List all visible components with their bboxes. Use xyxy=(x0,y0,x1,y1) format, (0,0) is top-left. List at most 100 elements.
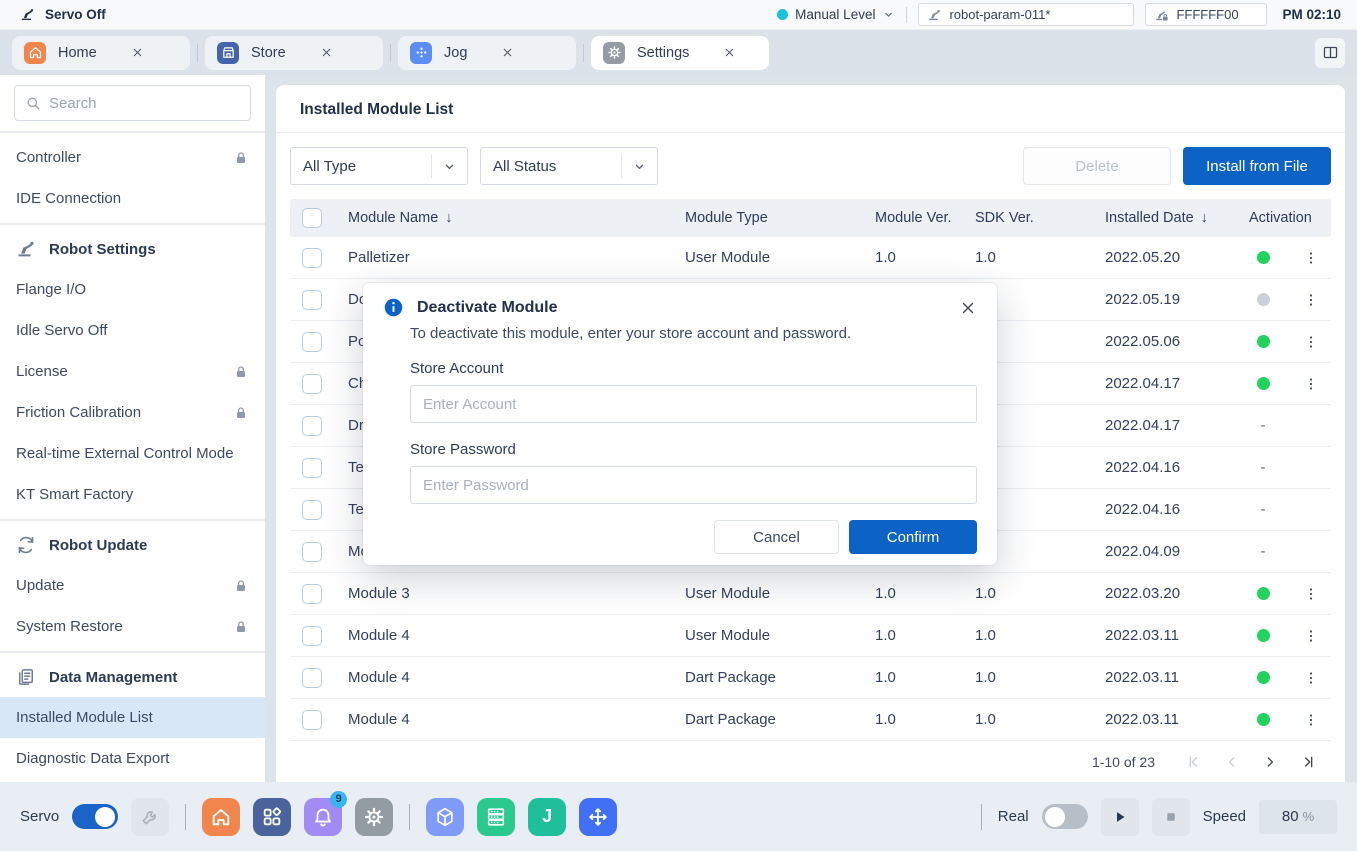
page-next-icon xyxy=(1262,754,1278,770)
cell-installed-date: 2022.03.20 xyxy=(1089,585,1235,602)
robot-param-field[interactable]: robot-param-011* xyxy=(918,3,1134,26)
column-header-module-type: Module Type xyxy=(671,210,861,226)
close-icon[interactable] xyxy=(320,46,333,59)
stop-button[interactable] xyxy=(1152,798,1190,836)
close-icon[interactable] xyxy=(723,46,736,59)
tab-home[interactable]: Home xyxy=(12,36,190,70)
row-menu-button[interactable] xyxy=(1291,669,1331,687)
row-checkbox[interactable] xyxy=(302,248,322,268)
tab-jog[interactable]: Jog xyxy=(398,36,576,70)
sidebar-item-system-restore[interactable]: System Restore xyxy=(0,606,265,647)
sidebar-item-flange-i-o[interactable]: Flange I/O xyxy=(0,269,265,310)
store-account-input[interactable] xyxy=(410,385,977,423)
notifications-button[interactable]: 9 xyxy=(304,798,342,836)
cell-module-name: Module 3 xyxy=(334,585,671,602)
move-button[interactable] xyxy=(579,798,617,836)
close-icon[interactable] xyxy=(501,46,514,59)
row-checkbox[interactable] xyxy=(302,416,322,436)
cell-module-ver: 1.0 xyxy=(861,585,961,602)
refresh-icon xyxy=(16,535,36,555)
tab-store[interactable]: Store xyxy=(205,36,383,70)
workcell-button[interactable] xyxy=(426,798,464,836)
row-checkbox[interactable] xyxy=(302,458,322,478)
sidebar-item-update[interactable]: Update xyxy=(0,565,265,606)
dialog-description: To deactivate this module, enter your st… xyxy=(410,325,977,342)
cell-installed-date: 2022.04.16 xyxy=(1089,459,1235,476)
servo-toggle[interactable] xyxy=(72,804,118,829)
status-filter-select[interactable]: All Status xyxy=(480,147,658,185)
row-checkbox[interactable] xyxy=(302,542,322,562)
sidebar-item-license[interactable]: License xyxy=(0,351,265,392)
row-menu-button[interactable] xyxy=(1291,711,1331,729)
real-mode-toggle[interactable] xyxy=(1042,804,1088,829)
sidebar-item-idle-servo-off[interactable]: Idle Servo Off xyxy=(0,310,265,351)
row-checkbox[interactable] xyxy=(302,500,322,520)
column-header-module-name[interactable]: Module Name↓ xyxy=(334,210,671,226)
row-menu-button[interactable] xyxy=(1291,291,1331,309)
real-toggle-label: Real xyxy=(998,808,1029,825)
row-checkbox[interactable] xyxy=(302,710,322,730)
next-page-button[interactable] xyxy=(1257,749,1283,775)
row-menu-button[interactable] xyxy=(1291,585,1331,603)
sidebar-item-ide-connection[interactable]: IDE Connection xyxy=(0,178,265,219)
split-view-button[interactable] xyxy=(1315,38,1345,68)
sidebar-item-diagnostic-data-export[interactable]: Diagnostic Data Export xyxy=(0,738,265,779)
row-checkbox[interactable] xyxy=(302,668,322,688)
row-checkbox[interactable] xyxy=(302,332,322,352)
column-header-installed-date[interactable]: Installed Date↓ xyxy=(1089,210,1235,226)
cell-installed-date: 2022.04.09 xyxy=(1089,543,1235,560)
robot-code-value: FFFFFF00 xyxy=(1176,7,1238,22)
row-menu-button[interactable] xyxy=(1291,627,1331,645)
play-icon xyxy=(1111,808,1129,826)
cell-module-name: Palletizer xyxy=(334,249,671,266)
close-icon[interactable] xyxy=(959,299,977,317)
confirm-button[interactable]: Confirm xyxy=(849,520,977,554)
sidebar-item-kt-smart-factory[interactable]: KT Smart Factory xyxy=(0,474,265,515)
store-password-input[interactable] xyxy=(410,466,977,504)
sidebar-item-controller[interactable]: Controller xyxy=(0,137,265,178)
row-checkbox[interactable] xyxy=(302,374,322,394)
row-checkbox[interactable] xyxy=(302,584,322,604)
cell-installed-date: 2022.03.11 xyxy=(1089,627,1235,644)
settings-button[interactable] xyxy=(355,798,393,836)
robot-arm-icon xyxy=(18,7,37,22)
search-input[interactable] xyxy=(49,95,240,112)
activation-dot-off xyxy=(1257,293,1270,306)
activation-dot-on xyxy=(1257,629,1270,642)
cell-module-type: User Module xyxy=(671,627,861,644)
type-filter-select[interactable]: All Type xyxy=(290,147,468,185)
cancel-button[interactable]: Cancel xyxy=(714,520,839,554)
sidebar-item-real-time-external-control-mode[interactable]: Real-time External Control Mode xyxy=(0,433,265,474)
speed-value-box[interactable]: 80 % xyxy=(1259,800,1337,834)
tool-settings-button[interactable] xyxy=(131,798,169,836)
row-checkbox[interactable] xyxy=(302,626,322,646)
jog-button[interactable]: J xyxy=(528,798,566,836)
modules-button[interactable] xyxy=(477,798,515,836)
sidebar-item-friction-calibration[interactable]: Friction Calibration xyxy=(0,392,265,433)
chevron-down-icon xyxy=(882,8,895,21)
page-last-icon xyxy=(1300,754,1316,770)
stack-icon xyxy=(485,806,507,828)
row-menu-button[interactable] xyxy=(1291,375,1331,393)
prev-page-button xyxy=(1219,749,1245,775)
install-from-file-button[interactable]: Install from File xyxy=(1183,147,1331,185)
delete-button[interactable]: Delete xyxy=(1023,147,1171,185)
cell-module-name: Module 4 xyxy=(334,669,671,686)
play-button[interactable] xyxy=(1101,798,1139,836)
row-menu-button[interactable] xyxy=(1291,333,1331,351)
home-button[interactable] xyxy=(202,798,240,836)
robot-arm-icon xyxy=(16,239,36,259)
sidebar-item-installed-module-list[interactable]: Installed Module List xyxy=(0,697,265,738)
cell-sdk-ver: 1.0 xyxy=(961,711,1089,728)
apps-button[interactable] xyxy=(253,798,291,836)
row-menu-button[interactable] xyxy=(1291,249,1331,267)
select-all-checkbox[interactable] xyxy=(302,208,322,228)
tab-settings[interactable]: Settings xyxy=(591,36,769,70)
lock-icon xyxy=(233,578,249,594)
robot-code-field[interactable]: FFFFFF00 xyxy=(1145,3,1267,26)
last-page-button[interactable] xyxy=(1295,749,1321,775)
row-checkbox[interactable] xyxy=(302,290,322,310)
robot-lock-icon xyxy=(1154,8,1169,22)
manual-level-dropdown[interactable]: Manual Level xyxy=(777,7,895,22)
close-icon[interactable] xyxy=(131,46,144,59)
